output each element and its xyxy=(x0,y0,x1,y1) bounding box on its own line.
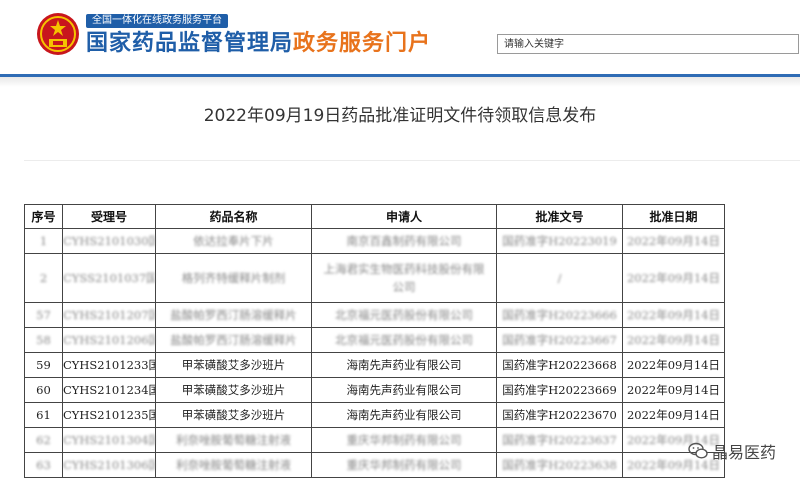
cell-approval-date: 2022年09月14日 xyxy=(622,253,725,303)
header-drug-name: 药品名称 xyxy=(155,204,312,229)
table-row: 59 CYHS2101233国 甲苯磺酸艾多沙班片 海南先声药业有限公司 国药准… xyxy=(24,352,725,378)
cell-approval-date: 2022年09月14日 xyxy=(622,228,725,254)
cell-acceptance-no: CYHS2101206国 xyxy=(62,327,156,353)
watermark-text: 晶易医药 xyxy=(712,443,777,462)
header-seq: 序号 xyxy=(24,204,63,229)
table-row: 2 CYSS2101037国 格列齐特缓释片制剂 上海君实生物医药科技股份有限公… xyxy=(24,253,725,303)
cell-approval-no: 国药准字H20223667 xyxy=(496,327,623,353)
cell-approval-no: / xyxy=(496,253,623,303)
site-title-main: 国家药品监督管理局 xyxy=(86,31,294,56)
header-approval-date: 批准日期 xyxy=(622,204,725,229)
header-approval-no: 批准文号 xyxy=(496,204,623,229)
cell-acceptance-no: CYHS2101306国 xyxy=(62,452,156,478)
table-row: 57 CYHS2101207国 盐酸帕罗西汀肠溶缓释片 北京福元医药股份有限公司… xyxy=(24,302,725,328)
cell-approval-date: 2022年09月14日 xyxy=(622,327,725,353)
cell-drug-name: 利奈唑胺葡萄糖注射液 xyxy=(155,452,312,478)
cell-applicant: 北京福元医药股份有限公司 xyxy=(311,327,497,353)
cell-approval-no: 国药准字H20223637 xyxy=(496,427,623,453)
cell-seq: 58 xyxy=(24,327,63,353)
cell-seq: 59 xyxy=(24,352,63,378)
cell-seq: 2 xyxy=(24,253,63,303)
cell-applicant: 重庆华邦制药有限公司 xyxy=(311,427,497,453)
cell-approval-no: 国药准字H20223670 xyxy=(496,402,623,428)
cell-seq: 57 xyxy=(24,302,63,328)
cell-approval-no: 国药准字H20223638 xyxy=(496,452,623,478)
cell-seq: 1 xyxy=(24,228,63,254)
search-input[interactable] xyxy=(497,34,799,54)
table-row: 61 CYHS2101235国 甲苯磺酸艾多沙班片 海南先声药业有限公司 国药准… xyxy=(24,402,725,428)
cell-acceptance-no: CYHS2101030国 xyxy=(62,228,156,254)
page-title: 2022年09月19日药品批准证明文件待领取信息发布 xyxy=(203,106,597,126)
header-shadow xyxy=(0,77,800,87)
national-emblem-icon xyxy=(37,13,79,55)
cell-seq: 63 xyxy=(24,452,63,478)
cell-seq: 62 xyxy=(24,427,63,453)
cell-applicant: 海南先声药业有限公司 xyxy=(311,377,497,403)
cell-acceptance-no: CYHS2101233国 xyxy=(62,352,156,378)
wechat-icon xyxy=(688,442,708,459)
table-row: 62 CYHS2101304国 利奈唑胺葡萄糖注射液 重庆华邦制药有限公司 国药… xyxy=(24,427,725,453)
table-row: 63 CYHS2101306国 利奈唑胺葡萄糖注射液 重庆华邦制药有限公司 国药… xyxy=(24,452,725,478)
cell-drug-name: 利奈唑胺葡萄糖注射液 xyxy=(155,427,312,453)
site-header: 全国一体化在线政务服务平台 国家药品监督管理局政务服务门户 xyxy=(0,0,800,72)
site-title-accent: 政务服务门户 xyxy=(293,31,432,56)
cell-applicant: 海南先声药业有限公司 xyxy=(311,352,497,378)
cell-approval-date: 2022年09月14日 xyxy=(622,402,725,428)
table-row: 60 CYHS2101234国 甲苯磺酸艾多沙班片 海南先声药业有限公司 国药准… xyxy=(24,377,725,403)
cell-drug-name: 依达拉奉片下片 xyxy=(155,228,312,254)
cell-applicant: 北京福元医药股份有限公司 xyxy=(311,302,497,328)
table-row: 58 CYHS2101206国 盐酸帕罗西汀肠溶缓释片 北京福元医药股份有限公司… xyxy=(24,327,725,353)
cell-drug-name: 盐酸帕罗西汀肠溶缓释片 xyxy=(155,327,312,353)
site-title[interactable]: 国家药品监督管理局政务服务门户 xyxy=(86,30,431,58)
cell-approval-no: 国药准字H20223668 xyxy=(496,352,623,378)
cell-drug-name: 格列齐特缓释片制剂 xyxy=(155,253,312,303)
cell-drug-name: 盐酸帕罗西汀肠溶缓释片 xyxy=(155,302,312,328)
cell-applicant: 重庆华邦制药有限公司 xyxy=(311,452,497,478)
table-header-row: 序号 受理号 药品名称 申请人 批准文号 批准日期 xyxy=(24,204,725,229)
platform-tagline: 全国一体化在线政务服务平台 xyxy=(86,14,228,28)
cell-applicant: 南京百鑫制药有限公司 xyxy=(311,228,497,254)
cell-acceptance-no: CYHS2101235国 xyxy=(62,402,156,428)
cell-applicant: 上海君实生物医药科技股份有限公司 xyxy=(311,253,497,303)
cell-approval-date: 2022年09月14日 xyxy=(622,352,725,378)
cell-acceptance-no: CYSS2101037国 xyxy=(62,253,156,303)
header-applicant: 申请人 xyxy=(311,204,497,229)
cell-applicant: 海南先声药业有限公司 xyxy=(311,402,497,428)
cell-seq: 60 xyxy=(24,377,63,403)
cell-seq: 61 xyxy=(24,402,63,428)
cell-acceptance-no: CYHS2101234国 xyxy=(62,377,156,403)
cell-drug-name: 甲苯磺酸艾多沙班片 xyxy=(155,352,312,378)
watermark: 晶易医药 xyxy=(688,439,776,463)
cell-approval-no: 国药准字H20223669 xyxy=(496,377,623,403)
cell-approval-no: 国药准字H20223019 xyxy=(496,228,623,254)
title-rule xyxy=(24,160,800,161)
cell-approval-date: 2022年09月14日 xyxy=(622,302,725,328)
cell-acceptance-no: CYHS2101304国 xyxy=(62,427,156,453)
cell-acceptance-no: CYHS2101207国 xyxy=(62,302,156,328)
approval-table: 序号 受理号 药品名称 申请人 批准文号 批准日期 1 CYHS2101030国… xyxy=(24,204,725,478)
cell-drug-name: 甲苯磺酸艾多沙班片 xyxy=(155,402,312,428)
header-acceptance-no: 受理号 xyxy=(62,204,156,229)
cell-approval-date: 2022年09月14日 xyxy=(622,377,725,403)
cell-drug-name: 甲苯磺酸艾多沙班片 xyxy=(155,377,312,403)
table-row: 1 CYHS2101030国 依达拉奉片下片 南京百鑫制药有限公司 国药准字H2… xyxy=(24,228,725,254)
cell-approval-no: 国药准字H20223666 xyxy=(496,302,623,328)
